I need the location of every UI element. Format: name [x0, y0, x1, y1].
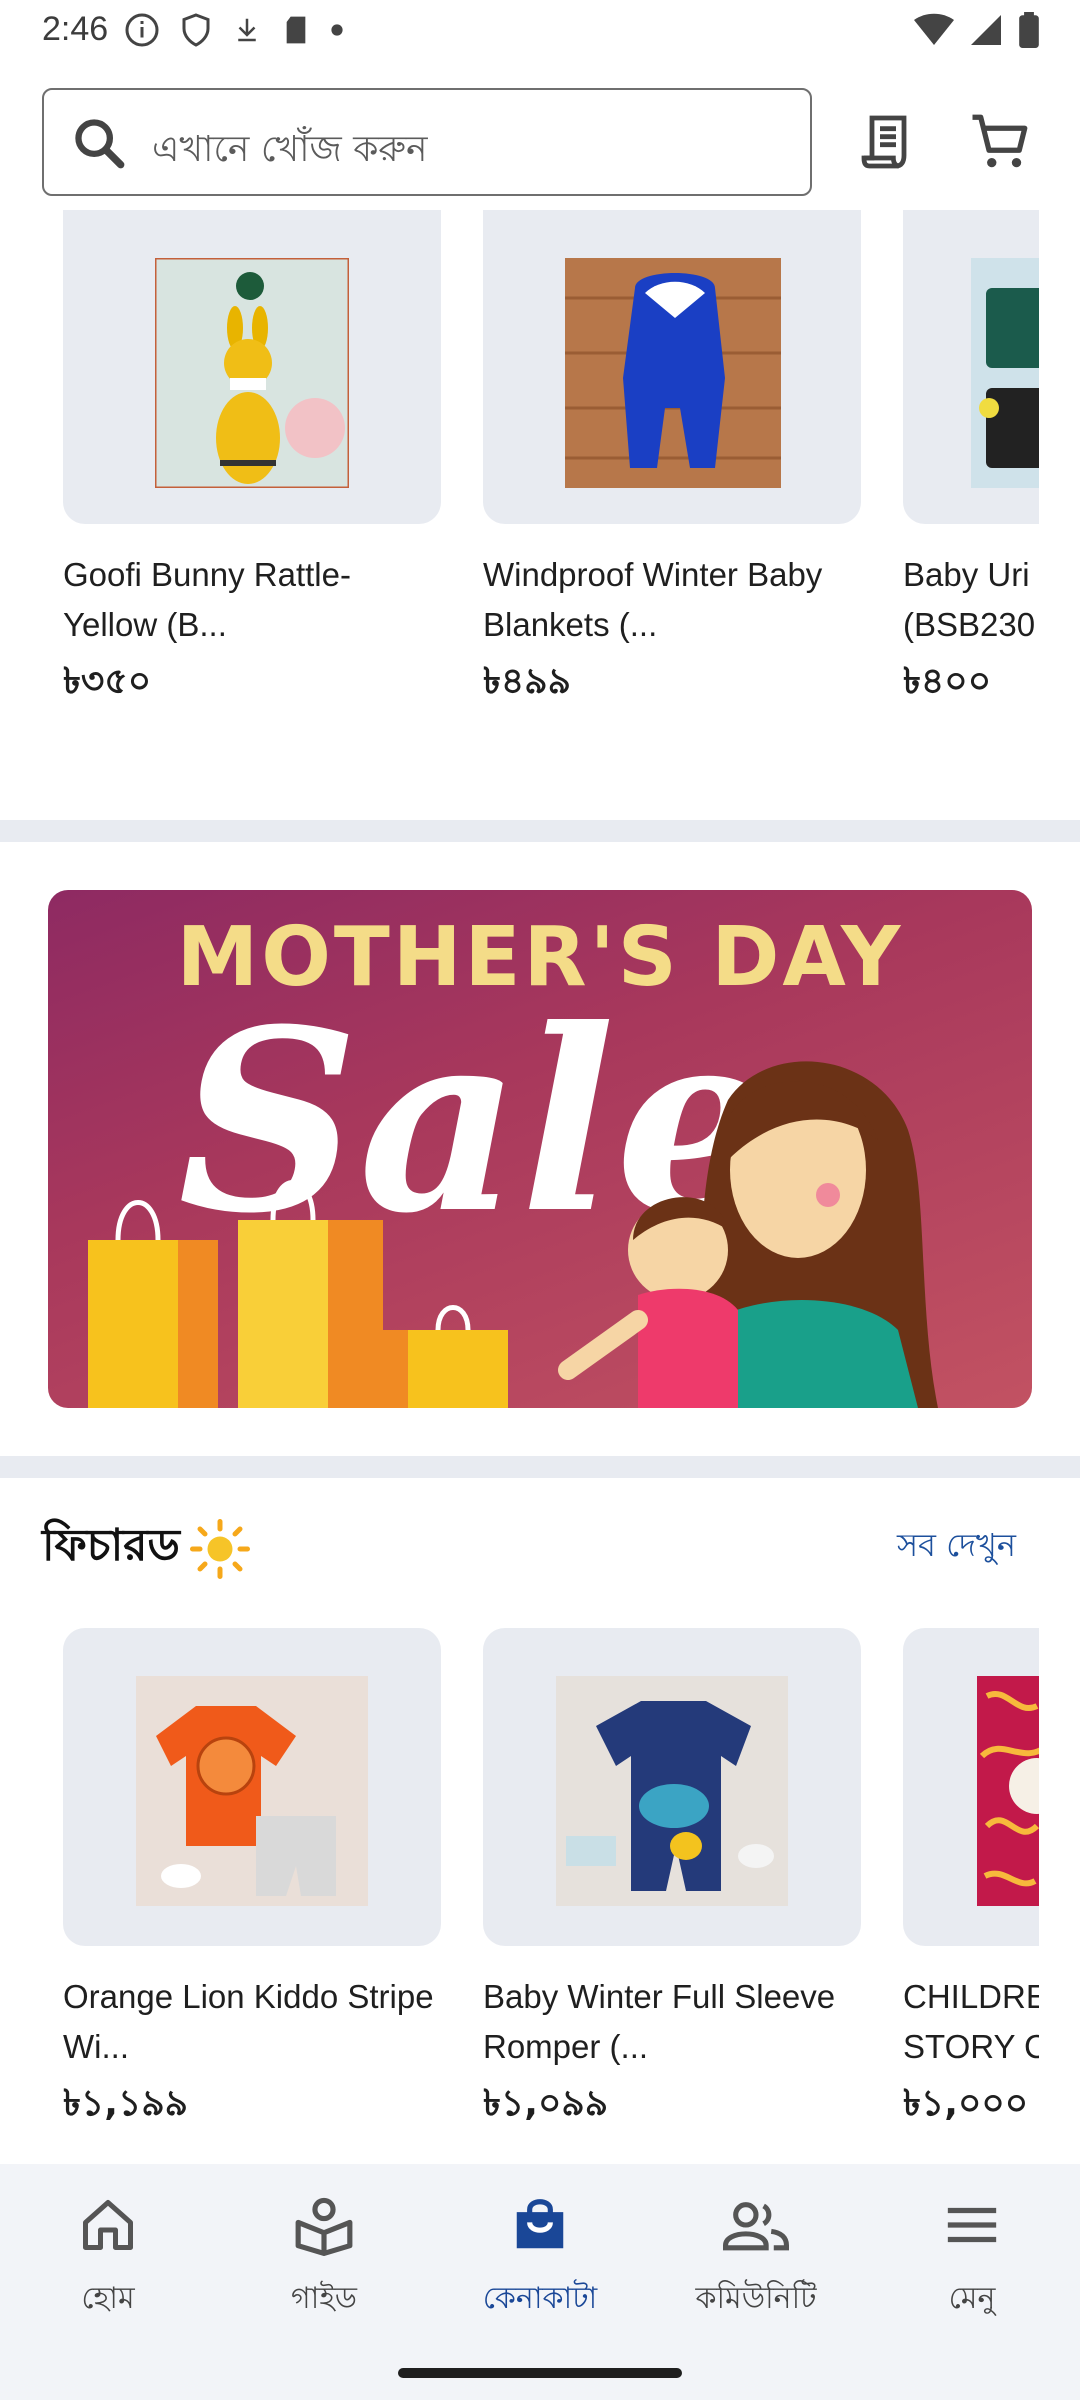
nav-item-shopping[interactable]: কেনাকাটা — [432, 2184, 648, 2334]
featured-title: ফিচারড — [42, 1520, 180, 1571]
product-price: ৳১,০৯৯ — [483, 2083, 609, 2124]
nav-label: গাইড — [290, 2281, 358, 2316]
receipt-icon — [861, 115, 907, 169]
guide-icon — [289, 2190, 359, 2260]
section-divider — [0, 1456, 1080, 1478]
mothers-day-banner[interactable]: MOTHER'S DAY Sale — [48, 890, 1032, 1408]
product-thumbnail — [903, 210, 1039, 524]
product-thumbnail — [483, 210, 861, 524]
search-placeholder: এখানে খোঁজ করুন — [152, 129, 428, 170]
section-divider — [0, 820, 1080, 842]
product-price: ৳১,০০০ — [903, 2083, 1029, 2124]
nav-label: মেনু — [948, 2281, 996, 2316]
search-input[interactable]: এখানে খোঁজ করুন — [42, 88, 812, 196]
product-name: Orange Lion Kiddo Stripe Wi... — [63, 1978, 434, 2065]
nav-item-guide[interactable]: গাইড — [216, 2184, 432, 2334]
nav-item-menu[interactable]: মেনু — [864, 2184, 1080, 2334]
nav-item-community[interactable]: কমিউনিটি — [648, 2184, 864, 2334]
featured-products-row[interactable]: Orange Lion Kiddo Stripe Wi... ৳১,১৯৯ Ba… — [0, 1628, 1080, 2128]
bottom-navigation: হোম গাইড কেনাকাটা কমিউনিটি মেনু — [0, 2164, 1080, 2400]
product-thumbnail — [903, 1628, 1039, 1946]
signal-icon — [971, 15, 1001, 45]
wifi-icon — [914, 13, 954, 45]
search-icon — [75, 119, 125, 169]
product-card[interactable]: Baby Winter Full Sleeve Romper (... ৳১,০… — [483, 1628, 861, 2128]
banner-illustration — [88, 1061, 938, 1408]
status-bar: 2:46 — [0, 0, 1080, 64]
product-price: ৳৪৯৯ — [483, 661, 572, 702]
product-card[interactable]: Baby Uri (BSB230 ৳৪০০ — [903, 210, 1039, 714]
sd-card-icon — [286, 16, 306, 44]
cart-button[interactable] — [958, 100, 1042, 184]
product-card[interactable]: Goofi Bunny Rattle- Yellow (B... ৳৩৫০ — [63, 210, 441, 714]
download-icon — [238, 18, 256, 42]
nav-label: কেনাকাটা — [482, 2281, 598, 2316]
product-thumbnail — [63, 1628, 441, 1946]
blanket-image — [565, 258, 781, 488]
product-thumbnail — [483, 1628, 861, 1946]
status-time: 2:46 — [42, 10, 109, 48]
status-notification-icons — [124, 12, 344, 48]
product-name: Windproof Winter Baby Blankets (... — [483, 556, 823, 643]
product-price: ৳৩৫০ — [63, 661, 152, 702]
info-icon — [125, 13, 159, 47]
winter-romper-image — [556, 1676, 788, 1906]
product-price: ৳৪০০ — [903, 661, 992, 702]
status-system-icons — [914, 12, 1040, 48]
featured-section-title: ফিচারড — [42, 1512, 250, 1585]
sun-icon — [189, 1518, 250, 1579]
story-book-image — [977, 1676, 1039, 1906]
product-name: CHILDRE STORY C — [903, 1978, 1039, 2065]
nav-label: কমিউনিটি — [695, 2281, 817, 2316]
home-indicator[interactable] — [398, 2368, 682, 2378]
orders-button[interactable] — [846, 100, 930, 184]
dot-icon — [331, 24, 343, 36]
battery-icon — [1019, 12, 1039, 48]
product-card[interactable]: Orange Lion Kiddo Stripe Wi... ৳১,১৯৯ — [63, 1628, 441, 2128]
product-name: Baby Winter Full Sleeve Romper (... — [483, 1978, 836, 2065]
cart-icon — [972, 114, 1028, 168]
product-thumbnail — [63, 210, 441, 524]
lion-romper-image — [136, 1676, 368, 1906]
top-products-row[interactable]: Goofi Bunny Rattle- Yellow (B... ৳৩৫০ Wi… — [0, 210, 1080, 750]
product-name: Goofi Bunny Rattle- Yellow (B... — [63, 556, 351, 643]
product-card[interactable]: Windproof Winter Baby Blankets (... ৳৪৯৯ — [483, 210, 861, 714]
shield-icon — [182, 13, 210, 47]
product-card[interactable]: CHILDRE STORY C ৳১,০০০ — [903, 1628, 1039, 2128]
nav-item-home[interactable]: হোম — [0, 2184, 216, 2334]
product-price: ৳১,১৯৯ — [63, 2083, 189, 2124]
shopping-bag-icon — [505, 2190, 575, 2260]
see-all-link[interactable]: সব দেখুন — [897, 1520, 1016, 1574]
product-name: Baby Uri (BSB230 — [903, 556, 1036, 643]
bunny-rattle-image — [155, 258, 349, 488]
home-icon — [73, 2190, 143, 2260]
urinal-product-image — [971, 258, 1039, 488]
nav-label: হোম — [81, 2281, 135, 2316]
menu-icon — [937, 2190, 1007, 2260]
community-icon — [721, 2190, 791, 2260]
